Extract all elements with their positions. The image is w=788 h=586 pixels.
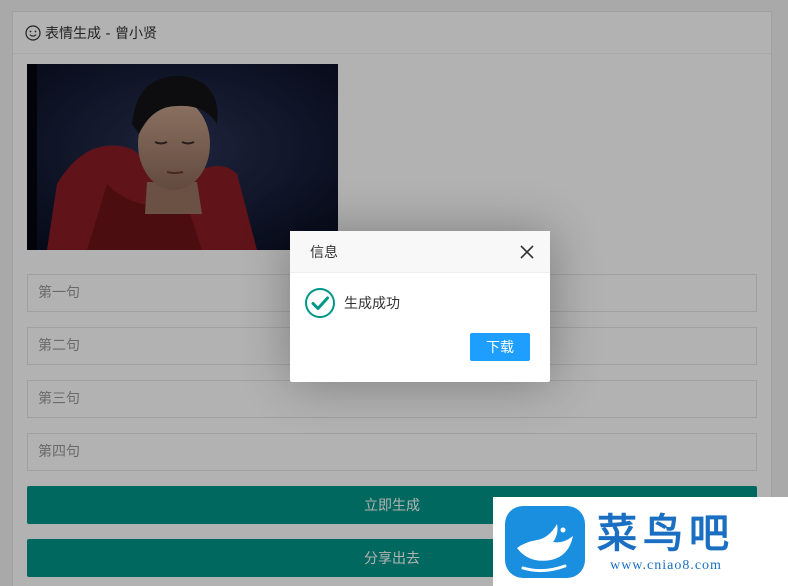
dialog-body: 生成成功 — [290, 273, 550, 333]
info-dialog: 信息 生成成功 下载 — [290, 231, 550, 382]
download-button[interactable]: 下载 — [470, 333, 530, 361]
watermark-name: 菜鸟吧 — [597, 509, 735, 557]
success-check-icon — [305, 288, 335, 318]
bird-logo-icon — [505, 505, 585, 578]
site-watermark: 菜鸟吧 www.cniao8.com — [493, 497, 788, 586]
dialog-message: 生成成功 — [344, 296, 400, 312]
dialog-title: 信息 — [310, 244, 338, 261]
watermark-url: www.cniao8.com — [610, 557, 722, 573]
close-icon[interactable] — [520, 245, 534, 259]
dialog-header: 信息 — [290, 231, 550, 273]
